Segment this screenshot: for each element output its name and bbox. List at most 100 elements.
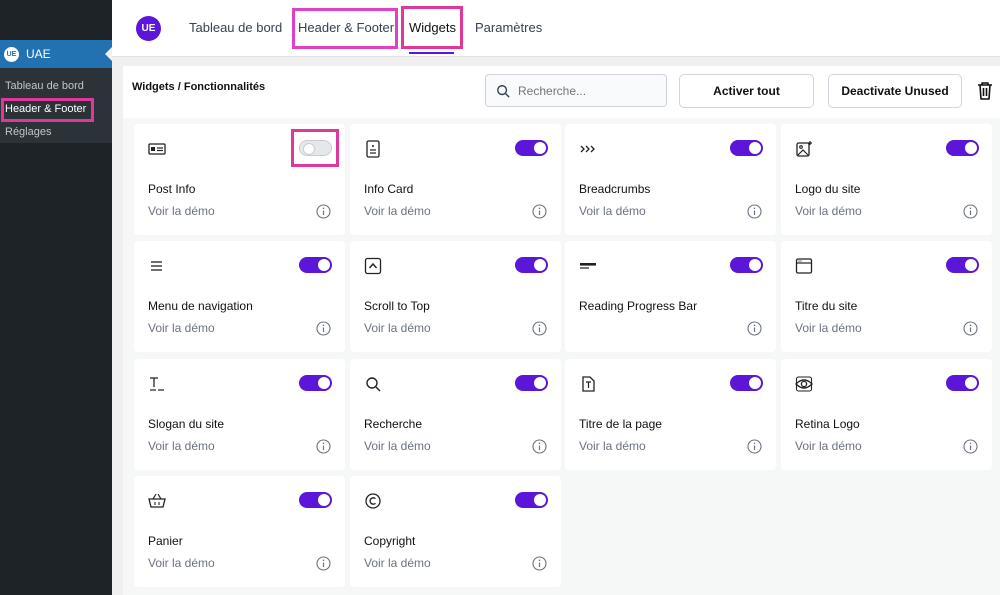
demo-link[interactable]: Voir la démo (795, 321, 862, 335)
widget-card: Copyright Voir la démo (350, 476, 561, 587)
highlight-box (401, 6, 463, 49)
info-icon[interactable] (747, 439, 762, 454)
search-icon (366, 377, 381, 392)
wp-admin-sidebar: UE UAE Tableau de bord Header & Footer R… (0, 0, 112, 595)
widget-name: Slogan du site (148, 417, 225, 431)
widget-card: Titre de la page Voir la démo (565, 359, 776, 470)
site-title-icon (795, 258, 813, 274)
info-card-icon (366, 140, 380, 158)
demo-link[interactable]: Voir la démo (579, 204, 646, 218)
info-icon[interactable] (316, 556, 331, 571)
widget-toggle[interactable] (946, 257, 979, 273)
sidebar-item-uae[interactable]: UE UAE (0, 40, 112, 68)
widget-name: Titre de la page (579, 417, 662, 431)
sidebar-item-label: UAE (26, 47, 51, 61)
deactivate-unused-button[interactable]: Deactivate Unused (828, 74, 962, 108)
widget-toggle[interactable] (730, 257, 763, 273)
widget-name: Menu de navigation (148, 299, 253, 313)
info-icon[interactable] (532, 204, 547, 219)
widget-toggle[interactable] (515, 375, 548, 391)
demo-link[interactable]: Voir la démo (795, 439, 862, 453)
demo-link[interactable]: Voir la démo (148, 321, 215, 335)
widget-toggle[interactable] (299, 375, 332, 391)
widget-toggle[interactable] (515, 140, 548, 156)
widget-toggle[interactable] (299, 257, 332, 273)
highlight-box (1, 98, 94, 122)
widget-card: Recherche Voir la démo (350, 359, 561, 470)
widget-card: Slogan du site Voir la démo (134, 359, 345, 470)
info-icon[interactable] (963, 439, 978, 454)
post-info-icon (148, 143, 166, 155)
demo-link[interactable]: Voir la démo (364, 321, 431, 335)
widget-name: Post Info (148, 182, 196, 196)
info-icon[interactable] (747, 321, 762, 336)
widget-card: Breadcrumbs Voir la démo (565, 124, 776, 235)
widget-toggle[interactable] (515, 257, 548, 273)
search-icon (497, 84, 510, 98)
widget-card: Retina Logo Voir la démo (781, 359, 992, 470)
info-icon[interactable] (747, 204, 762, 219)
cart-icon (148, 493, 166, 508)
demo-link[interactable]: Voir la démo (579, 439, 646, 453)
demo-link[interactable]: Voir la démo (148, 556, 215, 570)
info-icon[interactable] (316, 321, 331, 336)
trash-icon[interactable] (976, 81, 994, 101)
progress-bar-icon (580, 263, 596, 269)
info-icon[interactable] (963, 204, 978, 219)
widget-card: Scroll to Top Voir la démo (350, 241, 561, 352)
widget-card: Panier Voir la démo (134, 476, 345, 587)
demo-link[interactable]: Voir la démo (364, 204, 431, 218)
scroll-top-icon (364, 257, 382, 275)
widget-toggle[interactable] (946, 375, 979, 391)
widget-card: Reading Progress Bar (565, 241, 776, 352)
widget-name: Scroll to Top (364, 299, 430, 313)
site-logo-icon (796, 141, 812, 157)
widget-name: Reading Progress Bar (579, 299, 698, 313)
widget-name: Logo du site (795, 182, 861, 196)
tab-parameters[interactable]: Paramètres (475, 20, 542, 35)
activate-all-button[interactable]: Activer tout (679, 74, 814, 108)
demo-link[interactable]: Voir la démo (364, 439, 431, 453)
highlight-box (291, 129, 339, 167)
section-title: Widgets / Fonctionnalités (132, 81, 266, 93)
widget-toggle[interactable] (730, 140, 763, 156)
page-title-icon (582, 376, 595, 392)
widget-name: Info Card (364, 182, 414, 196)
info-icon[interactable] (532, 321, 547, 336)
menu-icon (151, 261, 162, 271)
demo-link[interactable]: Voir la démo (795, 204, 862, 218)
widget-card: Logo du site Voir la démo (781, 124, 992, 235)
info-icon[interactable] (316, 204, 331, 219)
widget-toggle[interactable] (730, 375, 763, 391)
widget-name: Breadcrumbs (579, 182, 651, 196)
highlight-box (292, 8, 398, 49)
tagline-icon (150, 377, 164, 391)
copyright-icon (365, 493, 381, 509)
widget-card: Titre du site Voir la démo (781, 241, 992, 352)
widget-name: Copyright (364, 534, 416, 548)
submenu-item-settings[interactable]: Réglages (0, 125, 112, 148)
widget-card: Menu de navigation Voir la démo (134, 241, 345, 352)
uae-logo-icon: UE (4, 46, 19, 62)
brand-logo: UE (136, 16, 161, 41)
widget-toggle[interactable] (946, 140, 979, 156)
demo-link[interactable]: Voir la démo (148, 204, 215, 218)
search-input[interactable] (518, 83, 658, 98)
search-field[interactable] (485, 74, 667, 107)
retina-logo-icon (795, 376, 813, 392)
info-icon[interactable] (963, 321, 978, 336)
active-tab-indicator (409, 52, 454, 54)
info-icon[interactable] (532, 556, 547, 571)
info-icon[interactable] (316, 439, 331, 454)
widget-name: Panier (148, 534, 183, 548)
widget-name: Titre du site (795, 299, 858, 313)
widget-toggle[interactable] (299, 492, 332, 508)
demo-link[interactable]: Voir la démo (148, 439, 215, 453)
widget-toggle[interactable] (515, 492, 548, 508)
info-icon[interactable] (532, 439, 547, 454)
breadcrumbs-icon (580, 145, 595, 153)
tab-dashboard[interactable]: Tableau de bord (189, 20, 282, 35)
plugin-header: UE Tableau de bord Header & Footer Widge… (112, 0, 1000, 57)
current-menu-arrow-icon (105, 47, 112, 61)
demo-link[interactable]: Voir la démo (364, 556, 431, 570)
